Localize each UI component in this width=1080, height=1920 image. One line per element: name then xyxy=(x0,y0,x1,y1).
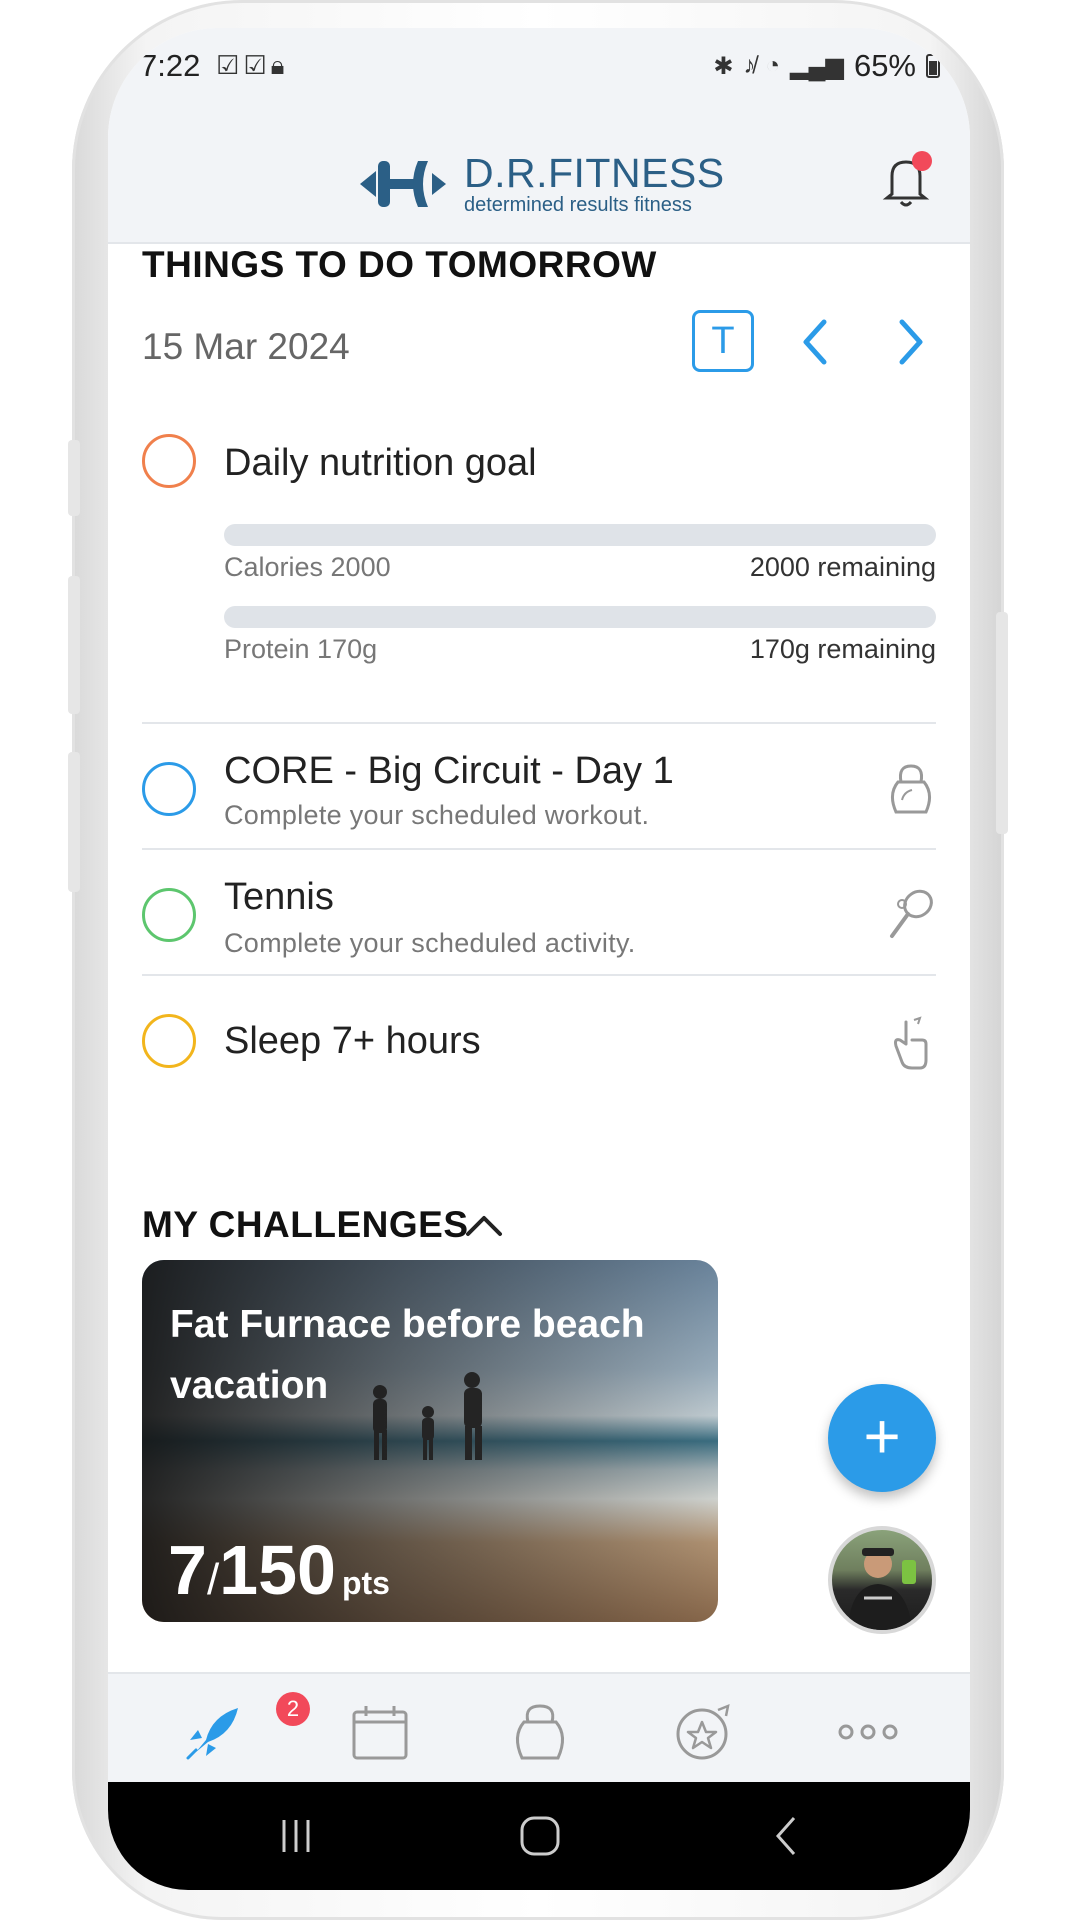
calories-progress-bar xyxy=(224,524,936,546)
app-header: D.R.FITNESS determined results fitness xyxy=(108,108,970,244)
protein-label: Protein 170g xyxy=(224,634,378,664)
previous-day-icon[interactable] xyxy=(794,314,838,370)
calories-remaining: 2000 remaining xyxy=(749,552,936,582)
recent-apps-icon[interactable] xyxy=(276,1816,316,1856)
challenge-card[interactable]: Fat Furnace before beach vacation 7/150 p… xyxy=(142,1260,718,1622)
workout-checkbox[interactable] xyxy=(142,762,196,816)
status-notification-icons: ☑☑🔒︎ xyxy=(216,50,288,82)
points-earned: 7 xyxy=(168,1531,207,1609)
check-circle-icon: ☑ xyxy=(243,50,271,80)
sleep-title[interactable]: Sleep 7+ hours xyxy=(224,1020,481,1063)
challenge-name: Fat Furnace before beach vacation xyxy=(170,1303,645,1407)
battery-level: 65% xyxy=(853,48,916,83)
logo-subtitle: determined results fitness xyxy=(464,194,692,216)
bluetooth-icon: ✱ xyxy=(713,52,734,80)
calories-label: Calories 2000 xyxy=(224,552,391,582)
battery-icon xyxy=(926,54,940,78)
logo-dumbbell-icon xyxy=(360,161,446,207)
back-icon[interactable] xyxy=(768,1814,808,1858)
next-day-icon[interactable] xyxy=(888,314,932,370)
tennis-title[interactable]: Tennis xyxy=(224,876,334,919)
points-total: 150 xyxy=(219,1531,336,1609)
phone-power-button xyxy=(996,612,1008,834)
app-screen: 7:22 ☑☑🔒︎ ✱ ♪̸ ◔ ▂▄▆ 65% D.R.FITNESS det… xyxy=(108,28,970,1890)
rocket-icon[interactable] xyxy=(182,1702,246,1762)
logo-text: D.R.FITNESS determined results fitness xyxy=(464,152,725,216)
hand-icon xyxy=(894,1016,928,1070)
mute-icon: ♪̸ xyxy=(743,52,756,79)
calendar-icon[interactable] xyxy=(348,1702,412,1762)
app-logo: D.R.FITNESS determined results fitness xyxy=(356,152,725,216)
phone-volume-down-button xyxy=(68,752,80,892)
todo-section-title: THINGS TO DO TOMORROW xyxy=(142,244,657,285)
divider xyxy=(142,722,936,724)
home-icon[interactable] xyxy=(518,1814,562,1858)
nutrition-checkbox[interactable] xyxy=(142,434,196,488)
bottom-tab-bar: 2 xyxy=(108,1672,970,1782)
points-unit: pts xyxy=(341,1565,390,1601)
signal-icon: ▂▄▆ xyxy=(790,52,844,80)
challenges-section-title: MY CHALLENGES xyxy=(142,1204,469,1245)
notification-badge: 2 xyxy=(276,1692,310,1726)
kettlebell-icon[interactable] xyxy=(508,1702,572,1762)
todo-date: 15 Mar 2024 xyxy=(142,326,350,367)
protein-remaining: 170g remaining xyxy=(749,634,936,664)
protein-progress-bar xyxy=(224,606,936,628)
sleep-checkbox[interactable] xyxy=(142,1014,196,1068)
tennis-checkbox[interactable] xyxy=(142,888,196,942)
tennis-racket-icon xyxy=(890,889,933,938)
lock-icon: 🔒︎ xyxy=(270,50,289,80)
nutrition-goal-title[interactable]: Daily nutrition goal xyxy=(224,442,537,485)
check-circle-icon: ☑ xyxy=(216,50,244,80)
status-time: 7:22 xyxy=(140,48,201,83)
avatar-photo xyxy=(848,1548,916,1630)
logo-title: D.R.FITNESS xyxy=(464,150,725,196)
chevron-up-icon[interactable] xyxy=(464,1212,504,1240)
divider xyxy=(142,974,936,976)
status-system-icons: ✱ ♪̸ ◔ ▂▄▆ 65% xyxy=(713,48,940,84)
status-bar: 7:22 ☑☑🔒︎ ✱ ♪̸ ◔ ▂▄▆ 65% xyxy=(108,28,970,108)
today-button[interactable]: T xyxy=(692,310,754,372)
system-navigation-bar xyxy=(108,1782,970,1890)
points-separator: / xyxy=(206,1555,220,1604)
divider xyxy=(142,848,936,850)
challenge-points: 7/150 pts xyxy=(168,1530,390,1610)
phone-side-button xyxy=(68,440,80,516)
tennis-subtitle: Complete your scheduled activity. xyxy=(224,928,636,958)
kettlebell-icon xyxy=(891,764,931,814)
phone-volume-up-button xyxy=(68,576,80,714)
add-button[interactable]: + xyxy=(828,1384,936,1492)
more-icon[interactable] xyxy=(836,1702,900,1762)
notification-bell-icon[interactable] xyxy=(878,150,934,210)
workout-subtitle: Complete your scheduled workout. xyxy=(224,800,650,830)
star-badge-icon[interactable] xyxy=(672,1702,736,1762)
wifi-icon: ◔ xyxy=(765,52,781,79)
workout-title[interactable]: CORE - Big Circuit - Day 1 xyxy=(224,750,674,793)
avatar[interactable] xyxy=(828,1526,936,1634)
